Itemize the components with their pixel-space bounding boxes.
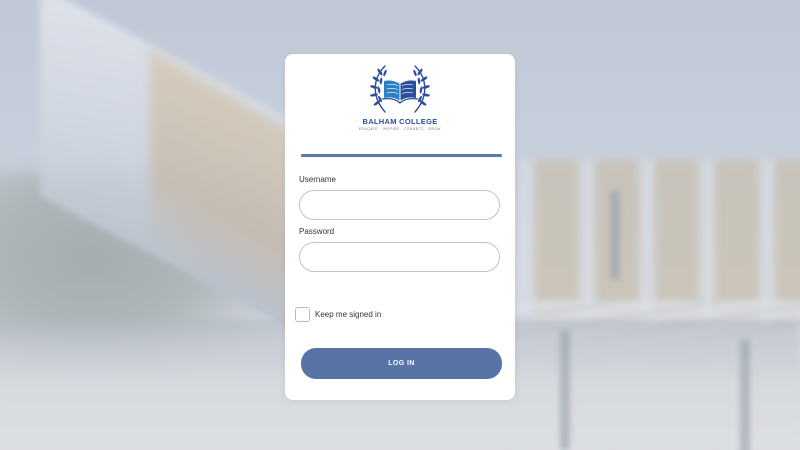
login-button[interactable]: LOG IN: [301, 348, 502, 379]
login-card: BALHAM COLLEGE EDUCATE . INSPIRE . CONNE…: [285, 54, 515, 400]
password-input[interactable]: [299, 242, 500, 272]
password-label: Password: [299, 227, 335, 236]
remember-me-checkbox[interactable]: [295, 307, 310, 322]
header-divider: [301, 154, 502, 157]
open-book-laurel-icon: [370, 65, 430, 113]
username-label: Username: [299, 175, 336, 184]
college-logo: BALHAM COLLEGE EDUCATE . INSPIRE . CONNE…: [285, 62, 515, 142]
remember-me-label[interactable]: Keep me signed in: [315, 310, 381, 319]
remember-me-row[interactable]: Keep me signed in: [295, 307, 381, 322]
college-tagline: EDUCATE . INSPIRE . CONNECT . GROW: [358, 127, 442, 131]
username-input[interactable]: [299, 190, 500, 220]
college-name: BALHAM COLLEGE: [362, 117, 438, 126]
